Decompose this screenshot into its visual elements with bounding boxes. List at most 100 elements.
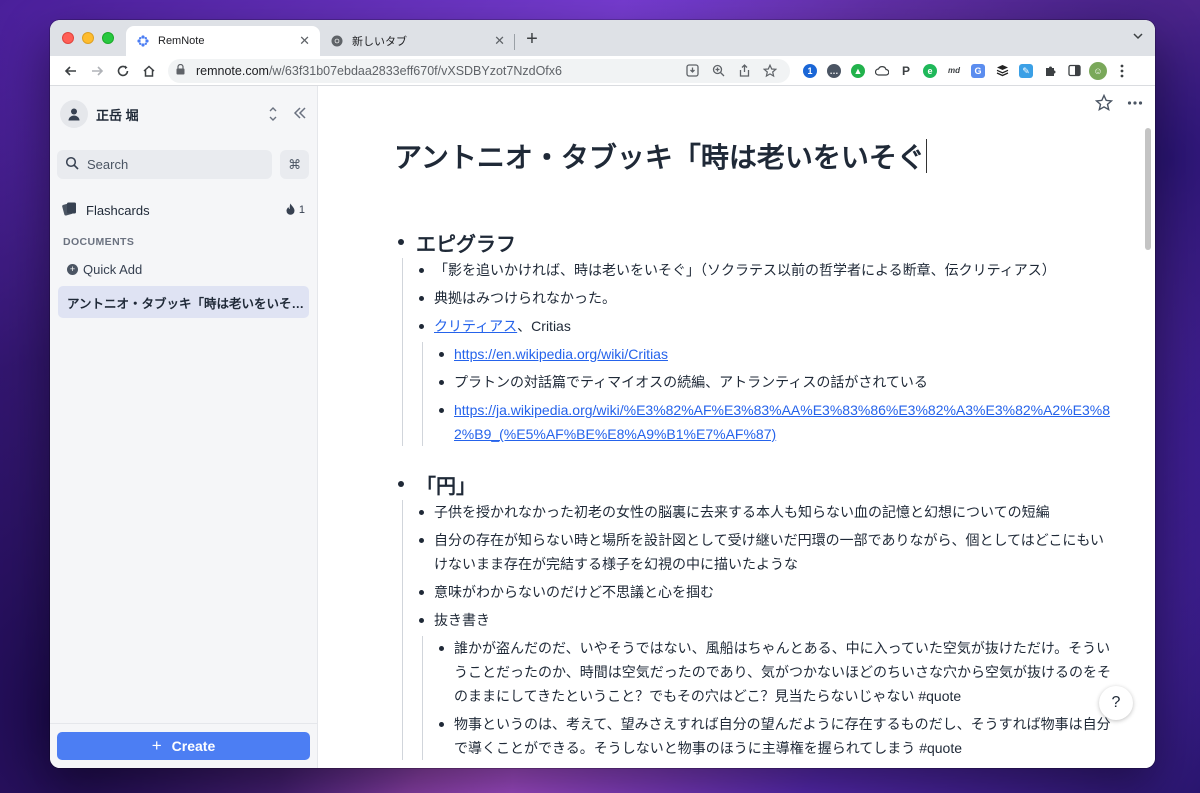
zoom-window-button[interactable] — [102, 32, 114, 44]
tab-new-tab[interactable]: 新しいタブ ✕ — [320, 26, 515, 56]
link-ja-wikipedia[interactable]: https://ja.wikipedia.org/wiki/%E3%82%AF%… — [454, 402, 1110, 442]
bullet[interactable] — [398, 239, 404, 245]
favorite-star-icon[interactable] — [1094, 93, 1114, 117]
profile-avatar-icon[interactable]: ☺ — [1086, 59, 1110, 83]
editor: アントニオ・タブッキ「時は老いをいそぐ エピグラフ 「影を追いかければ、時は老い… — [318, 86, 1155, 768]
sidepanel-icon[interactable] — [1062, 59, 1086, 83]
bullet[interactable] — [439, 722, 444, 727]
share-icon[interactable] — [732, 60, 756, 82]
bullet[interactable] — [419, 324, 424, 329]
link-en-wikipedia[interactable]: https://en.wikipedia.org/wiki/Critias — [454, 346, 668, 362]
tab-remnote[interactable]: RemNote ✕ — [126, 26, 320, 56]
list-item[interactable]: 「影を追いかければ、時は老いをいそぐ」（ソクラテス以前の哲学者による断章、伝クリ… — [419, 258, 1118, 282]
tab-close-icon[interactable]: ✕ — [494, 33, 505, 49]
bullet[interactable] — [419, 296, 424, 301]
home-icon[interactable] — [136, 58, 162, 84]
bullet[interactable] — [419, 590, 424, 595]
bookmark-star-icon[interactable] — [758, 60, 782, 82]
tab-title: RemNote — [158, 35, 205, 47]
list-item[interactable]: https://ja.wikipedia.org/wiki/%E3%82%AF%… — [439, 398, 1118, 446]
bullet[interactable] — [439, 352, 444, 357]
search-input[interactable]: Search — [57, 150, 273, 179]
create-button[interactable]: + Create — [57, 732, 310, 760]
list-item[interactable]: クリティアス、Critias — [419, 314, 1118, 338]
cloud-icon[interactable] — [870, 59, 894, 83]
sidebar-document-item[interactable]: アントニオ・タブッキ「時は老いをいそ… — [58, 286, 309, 318]
list-item[interactable]: 典拠はみつけられなかった。 — [419, 286, 1118, 310]
back-arrow-icon[interactable] — [58, 58, 84, 84]
help-button[interactable]: ? — [1099, 686, 1133, 720]
browser-window: RemNote ✕ 新しいタブ ✕ + remnote.com/w/63f31b… — [50, 20, 1155, 768]
lock-icon[interactable] — [176, 63, 190, 78]
buffer-icon[interactable] — [990, 59, 1014, 83]
scrollbar[interactable] — [1145, 128, 1151, 250]
forward-arrow-icon[interactable] — [84, 58, 110, 84]
search-placeholder: Search — [87, 157, 129, 172]
list-item[interactable]: 抜き書き — [419, 608, 1118, 632]
markdown-icon[interactable]: md — [942, 59, 966, 83]
document-body: エピグラフ 「影を追いかければ、時は老いをいそぐ」（ソクラテス以前の哲学者による… — [398, 226, 1118, 764]
command-palette-button[interactable]: ⌘ — [280, 150, 309, 179]
url-domain: remnote.com — [196, 63, 269, 78]
bullet[interactable] — [439, 408, 444, 413]
address-bar[interactable]: remnote.com/w/63f31b07ebdaa2833eff670f/v… — [168, 58, 790, 83]
1password-icon[interactable]: 1 — [798, 59, 822, 83]
user-switcher[interactable]: 正岳 堀 — [50, 86, 317, 142]
flashcards-count: 1 — [298, 204, 305, 216]
bullet[interactable] — [398, 481, 404, 487]
new-tab-button[interactable]: + — [524, 29, 540, 49]
remnote-favicon-icon — [136, 34, 150, 48]
more-options-icon[interactable] — [1127, 94, 1143, 117]
puzzle-icon[interactable] — [1038, 59, 1062, 83]
remnote-app: 正岳 堀 Search ⌘ Flashcards 1 DOCUMENTS + Q… — [50, 86, 1155, 768]
link-critias[interactable]: クリティアス — [434, 318, 517, 334]
reload-icon[interactable] — [110, 58, 136, 84]
create-label: Create — [171, 738, 216, 754]
edit-extension-icon[interactable]: ✎ — [1014, 59, 1038, 83]
tab-strip: RemNote ✕ 新しいタブ ✕ + — [50, 20, 1155, 56]
bullet[interactable] — [419, 538, 424, 543]
plus-circle-icon: + — [67, 264, 78, 275]
bullet[interactable] — [439, 380, 444, 385]
bullet[interactable] — [439, 646, 444, 651]
translate-icon[interactable]: G — [966, 59, 990, 83]
sidebar-item-flashcards[interactable]: Flashcards 1 — [50, 190, 317, 230]
section-heading[interactable]: 「円」 — [398, 468, 1118, 500]
section-children: 子供を授かれなかった初老の女性の脳裏に去来する本人も知らない血の記憶と幻想につい… — [402, 500, 1118, 760]
list-item[interactable]: 誰かが盗んだのだ、いやそうではない、風船はちゃんとある、中に入っていた空気が抜け… — [439, 636, 1118, 708]
user-name: 正岳 堀 — [96, 107, 139, 123]
install-app-icon[interactable] — [680, 60, 704, 82]
close-window-button[interactable] — [62, 32, 74, 44]
page-title-text: アントニオ・タブッキ「時は老いをいそぐ — [394, 142, 925, 173]
paypal-icon[interactable]: P — [894, 59, 918, 83]
quick-add-label: Quick Add — [83, 262, 143, 277]
list-item[interactable]: 物事というのは、考えて、望みさえすれば自分の望んだように存在するものだし、そうす… — [439, 712, 1118, 760]
flashcards-label: Flashcards — [86, 202, 150, 218]
flashcards-icon — [62, 201, 78, 219]
section-heading[interactable]: エピグラフ — [398, 226, 1118, 258]
list-item[interactable]: 子供を授かれなかった初老の女性の脳裏に去来する本人も知らない血の記憶と幻想につい… — [419, 500, 1118, 524]
list-item[interactable]: 自分の存在が知らない時と場所を設計図として受け継いだ円環の一部でありながら、個と… — [419, 528, 1118, 576]
tab-title: 新しいタブ — [352, 36, 407, 48]
evernote-icon[interactable]: e — [918, 59, 942, 83]
window-controls — [62, 32, 114, 44]
bullet[interactable] — [419, 618, 424, 623]
tab-search-chevron-icon[interactable] — [1133, 32, 1143, 43]
chevron-updown-icon[interactable] — [263, 105, 283, 124]
bullet[interactable] — [419, 510, 424, 515]
kebab-menu-icon[interactable] — [1110, 59, 1134, 83]
collapse-sidebar-icon[interactable] — [293, 106, 307, 123]
zoom-icon[interactable] — [706, 60, 730, 82]
minimize-window-button[interactable] — [82, 32, 94, 44]
quick-add-button[interactable]: + Quick Add — [50, 262, 317, 277]
list-item[interactable]: プラトンの対話篇でティマイオスの続編、アトランティスの話がされている — [439, 370, 1118, 394]
chat-icon[interactable]: … — [822, 59, 846, 83]
list-item[interactable]: https://en.wikipedia.org/wiki/Critias — [439, 342, 1118, 366]
green-extension-icon[interactable]: ▲ — [846, 59, 870, 83]
page-title[interactable]: アントニオ・タブッキ「時は老いをいそぐ — [394, 136, 927, 176]
list-item[interactable]: 意味がわからないのだけど不思議と心を掴む — [419, 580, 1118, 604]
bullet[interactable] — [419, 268, 424, 273]
tab-close-icon[interactable]: ✕ — [299, 33, 310, 49]
section-children: 「影を追いかければ、時は老いをいそぐ」（ソクラテス以前の哲学者による断章、伝クリ… — [402, 258, 1118, 446]
search-icon — [65, 156, 79, 173]
